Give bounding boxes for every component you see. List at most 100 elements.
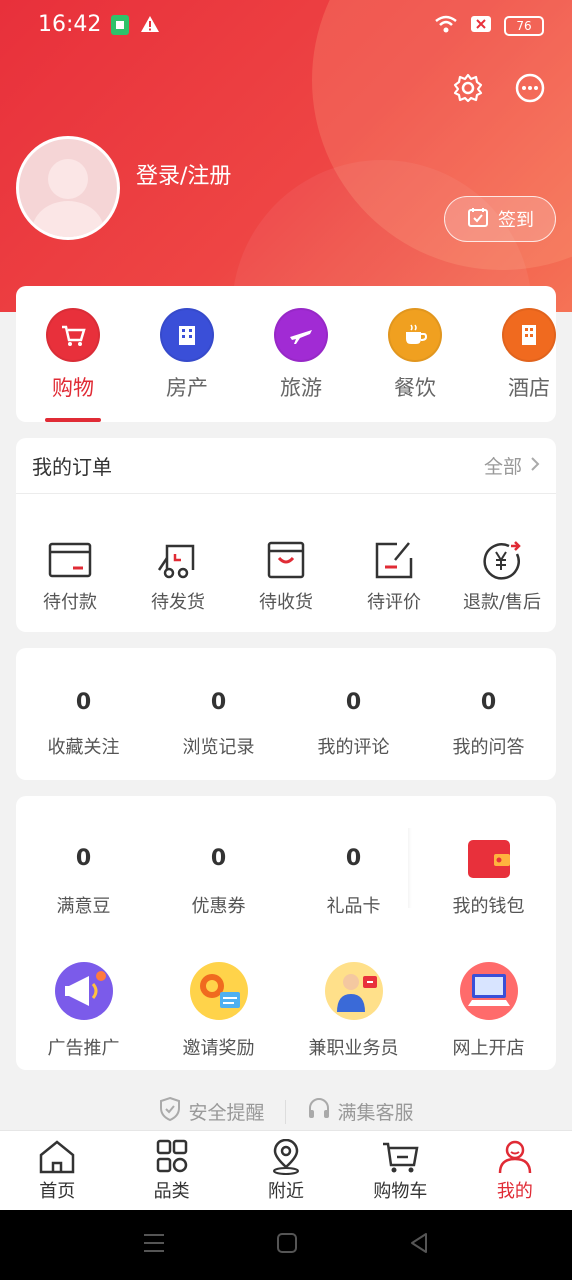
- ad-promotion[interactable]: 广告推广: [16, 962, 151, 1060]
- stat-label: 浏览记录: [182, 737, 255, 758]
- tab-home[interactable]: 首页: [0, 1131, 114, 1210]
- my-wallet[interactable]: 我的钱包: [421, 832, 556, 918]
- refund-yen-icon: [448, 540, 556, 580]
- part-time-salesperson[interactable]: 兼职业务员: [286, 962, 421, 1060]
- order-pending-review[interactable]: 待评价: [340, 540, 448, 614]
- tab-label: 酒店: [508, 376, 550, 400]
- status-bar: 16:42 76: [0, 0, 572, 52]
- tab-label: 旅游: [280, 376, 322, 400]
- tab-travel[interactable]: 旅游: [256, 308, 346, 402]
- shield-check-icon: [158, 1096, 182, 1127]
- invite-reward-icon: [189, 962, 248, 1020]
- message-icon[interactable]: [512, 70, 548, 106]
- grid-icon: [114, 1139, 228, 1175]
- menu-icon[interactable]: [142, 1232, 166, 1258]
- order-label: 待发货: [151, 592, 205, 613]
- invite-reward[interactable]: 邀请奖励: [151, 962, 286, 1060]
- tab-profile[interactable]: 我的: [458, 1131, 572, 1210]
- tool-label: 广告推广: [47, 1038, 120, 1059]
- calendar-check-icon: [466, 205, 490, 234]
- delivery-cart-icon: [124, 540, 232, 580]
- service-label: 满集客服: [337, 1102, 414, 1124]
- headset-icon: [306, 1096, 332, 1127]
- salesperson-icon: [324, 962, 383, 1020]
- battery-indicator: 76: [504, 16, 544, 36]
- tool-label: 邀请奖励: [182, 1038, 255, 1059]
- my-orders-section: 我的订单 全部 待付款 待发货 待收货 待评价 退款/售后: [16, 438, 556, 632]
- coupons-label: 优惠券: [191, 896, 246, 917]
- stat-count: 0: [345, 690, 362, 715]
- settings-gear-icon[interactable]: [450, 70, 486, 106]
- active-tab-indicator: [45, 418, 101, 422]
- shopping-cart-icon: [343, 1139, 457, 1175]
- order-pending-payment[interactable]: 待付款: [16, 540, 124, 614]
- back-triangle-icon[interactable]: [408, 1232, 430, 1258]
- open-online-store[interactable]: 网上开店: [421, 962, 556, 1060]
- category-tabs: 购物 房产 旅游 餐饮 酒店: [16, 286, 556, 422]
- avatar[interactable]: [16, 136, 120, 240]
- order-pending-shipment[interactable]: 待发货: [124, 540, 232, 614]
- hotel-icon: [502, 308, 556, 362]
- status-time: 16:42: [38, 12, 102, 37]
- stat-my-reviews[interactable]: 0 我的评论: [286, 648, 421, 780]
- stat-my-qa[interactable]: 0 我的问答: [421, 648, 556, 780]
- beans-count: 0: [75, 846, 92, 871]
- order-label: 待付款: [43, 592, 97, 613]
- megaphone-icon: [54, 962, 113, 1020]
- tab-label: 餐饮: [394, 376, 436, 400]
- home-square-icon[interactable]: [276, 1232, 298, 1258]
- coupons-count: 0: [210, 846, 227, 871]
- checkin-button[interactable]: 签到: [444, 196, 556, 242]
- tab-label: 首页: [39, 1181, 76, 1202]
- bottom-tab-bar: 首页 品类 附近 购物车 我的: [0, 1130, 572, 1210]
- tab-dining[interactable]: 餐饮: [370, 308, 460, 402]
- order-refund-aftersale[interactable]: 退款/售后: [448, 540, 556, 614]
- person-icon: [458, 1139, 572, 1175]
- tab-cart[interactable]: 购物车: [343, 1131, 457, 1210]
- no-sim-icon: [470, 15, 492, 37]
- stat-label: 我的问答: [452, 737, 525, 758]
- tab-hotel[interactable]: 酒店: [484, 308, 556, 402]
- tab-nearby[interactable]: 附近: [229, 1131, 343, 1210]
- orders-title: 我的订单: [32, 455, 112, 479]
- orders-header: 我的订单 全部: [16, 438, 556, 494]
- stat-favorites[interactable]: 0 收藏关注: [16, 648, 151, 780]
- tab-real-estate[interactable]: 房产: [142, 308, 232, 402]
- tool-label: 兼职业务员: [308, 1038, 399, 1059]
- warning-icon: [140, 14, 160, 40]
- safety-label: 安全提醒: [188, 1102, 265, 1124]
- login-register-link[interactable]: 登录/注册: [136, 158, 231, 190]
- wallet-tools-section: 0 满意豆 0 优惠券 0 礼品卡 我的钱包 广告推广 邀请奖励 兼职业务员 网…: [16, 796, 556, 1070]
- home-icon: [0, 1139, 114, 1175]
- chevron-right-icon: [530, 455, 540, 477]
- wallet-card-icon: [16, 540, 124, 580]
- order-pending-receipt[interactable]: 待收货: [232, 540, 340, 614]
- checkin-label: 签到: [498, 210, 534, 231]
- order-label: 待评价: [367, 592, 421, 613]
- view-all-orders-link[interactable]: 全部: [484, 452, 540, 479]
- wallet-icon: [421, 832, 556, 886]
- activity-stats: 0 收藏关注 0 浏览记录 0 我的评论 0 我的问答: [16, 648, 556, 780]
- giftcards-count: 0: [345, 846, 362, 871]
- footer-links: 安全提醒 满集客服: [0, 1096, 572, 1127]
- gift-cards[interactable]: 0 礼品卡: [286, 832, 421, 918]
- customer-service-link[interactable]: 满集客服: [306, 1096, 414, 1127]
- system-navigation-bar: [0, 1210, 572, 1280]
- tab-shopping[interactable]: 购物: [28, 308, 118, 402]
- beans-label: 满意豆: [56, 896, 111, 917]
- tab-label: 房产: [166, 376, 208, 400]
- tab-categories[interactable]: 品类: [114, 1131, 228, 1210]
- coupons[interactable]: 0 优惠券: [151, 832, 286, 918]
- order-label: 待收货: [259, 592, 313, 613]
- receive-box-icon: [232, 540, 340, 580]
- stat-browse-history[interactable]: 0 浏览记录: [151, 648, 286, 780]
- cart-icon: [46, 308, 100, 362]
- online-store-icon: [459, 962, 518, 1020]
- safety-reminder-link[interactable]: 安全提醒: [158, 1096, 265, 1127]
- satisfaction-beans[interactable]: 0 满意豆: [16, 832, 151, 918]
- wallet-divider: [408, 828, 412, 908]
- tab-label: 购物车: [373, 1181, 428, 1202]
- location-pin-icon: [229, 1139, 343, 1175]
- stat-label: 收藏关注: [47, 737, 120, 758]
- stat-count: 0: [210, 690, 227, 715]
